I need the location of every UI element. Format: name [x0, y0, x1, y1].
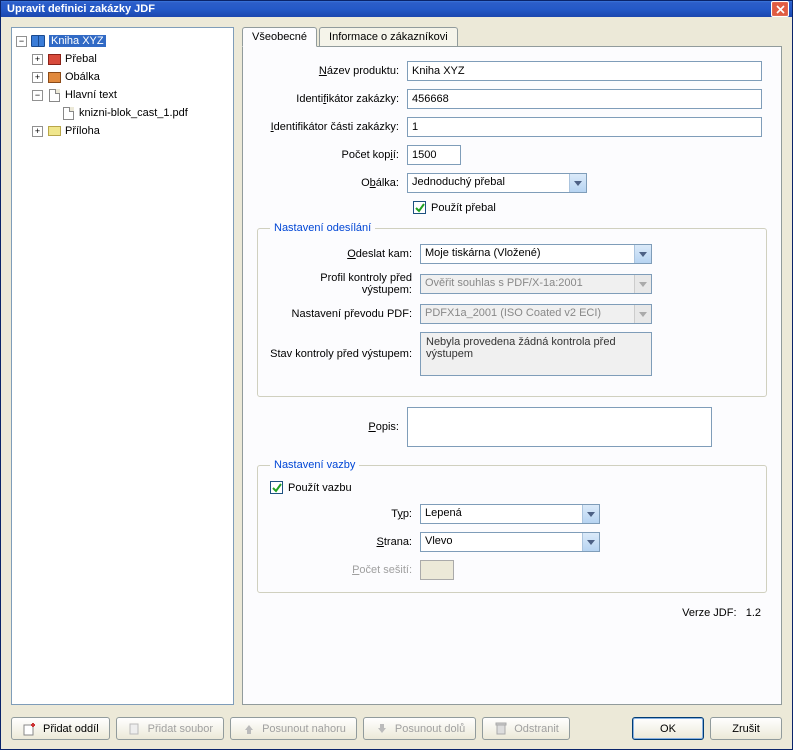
arrow-up-icon [241, 721, 257, 737]
use-cover-checkbox[interactable] [413, 201, 426, 214]
binding-type-label: Typ: [270, 508, 420, 520]
tree-root[interactable]: − Kniha XYZ [16, 32, 229, 50]
tab-content-general: Název produktu: Identifikátor zakázky: I… [242, 46, 782, 705]
pdf-settings-label: Nastavení převodu PDF: [270, 308, 420, 320]
chevron-down-icon [634, 245, 651, 263]
preflight-profile-select: Ověřit souhlas s PDF/X-1a:2001 [420, 274, 652, 294]
add-section-button[interactable]: Přidat oddíl [11, 717, 110, 740]
cover-select-value: Jednoduchý přebal [408, 174, 569, 192]
jacket-icon [46, 69, 62, 85]
tree-item-maintext[interactable]: − Hlavní text [16, 86, 229, 104]
button-bar: Přidat oddíl Přidat soubor Posunout naho… [1, 715, 792, 750]
version-row: Verze JDF: 1.2 [257, 603, 767, 619]
book-icon [30, 33, 46, 49]
binding-type-value: Lepená [421, 505, 582, 523]
tree-label: knizni-blok_cast_1.pdf [79, 107, 188, 119]
move-down-button: Posunout dolů [363, 717, 476, 740]
tree-item-jacket[interactable]: + Obálka [16, 68, 229, 86]
use-cover-label: Použít přebal [431, 202, 496, 214]
copies-label: Počet kopií: [257, 149, 407, 161]
send-legend: Nastavení odesílání [270, 222, 375, 234]
tree-item-cover[interactable]: + Přebal [16, 50, 229, 68]
binding-side-value: Vlevo [421, 533, 582, 551]
collapse-icon[interactable]: − [16, 36, 27, 47]
destination-select[interactable]: Moje tiskárna (Vložené) [420, 244, 652, 264]
content-area: − Kniha XYZ + Přebal + Obálka − Hlavní [1, 17, 792, 715]
tree-label: Přebal [65, 53, 97, 65]
move-up-button: Posunout nahoru [230, 717, 357, 740]
tree-panel: − Kniha XYZ + Přebal + Obálka − Hlavní [11, 27, 234, 705]
version-label: Verze JDF: [682, 607, 736, 619]
product-name-label: Název produktu: [257, 65, 407, 77]
preflight-status-value: Nebyla provedena žádná kontrola před výs… [420, 332, 652, 376]
add-file-icon [127, 721, 143, 737]
tab-customer[interactable]: Informace o zákazníkovi [319, 27, 458, 46]
binding-side-select[interactable]: Vlevo [420, 532, 600, 552]
preflight-profile-value: Ověřit souhlas s PDF/X-1a:2001 [421, 275, 634, 293]
preflight-status-label: Stav kontroly před výstupem: [270, 332, 420, 360]
dialog-window: Upravit definici zakázky JDF − Kniha XYZ… [0, 0, 793, 750]
description-label: Popis: [257, 407, 407, 433]
tabs: Všeobecné Informace o zákazníkovi [242, 27, 782, 46]
binding-group: Nastavení vazby Použít vazbu Typ: Lepená [257, 459, 767, 593]
document-icon [60, 105, 76, 121]
expand-icon[interactable]: + [32, 54, 43, 65]
cancel-button[interactable]: Zrušit [710, 717, 782, 740]
description-textarea[interactable] [407, 407, 712, 447]
chevron-down-icon [582, 533, 599, 551]
stitch-count-label: Počet sešití: [270, 564, 420, 576]
chevron-down-icon [582, 505, 599, 523]
binding-type-select[interactable]: Lepená [420, 504, 600, 524]
part-id-input[interactable] [407, 117, 762, 137]
job-id-label: Identifikátor zakázky: [257, 93, 407, 105]
use-binding-checkbox[interactable] [270, 481, 283, 494]
expand-icon[interactable]: + [32, 126, 43, 137]
pdf-settings-select: PDFX1a_2001 (ISO Coated v2 ECI) [420, 304, 652, 324]
part-id-label: Identifikátor části zakázky: [257, 121, 407, 133]
product-name-input[interactable] [407, 61, 762, 81]
preflight-profile-label: Profil kontroly před výstupem: [270, 272, 420, 296]
job-id-input[interactable] [407, 89, 762, 109]
tree-label: Obálka [65, 71, 100, 83]
folder-icon [46, 123, 62, 139]
pdf-settings-value: PDFX1a_2001 (ISO Coated v2 ECI) [421, 305, 634, 323]
chevron-down-icon [634, 275, 651, 293]
cover-icon [46, 51, 62, 67]
tab-general[interactable]: Všeobecné [242, 27, 317, 47]
version-value: 1.2 [746, 607, 761, 619]
ok-button[interactable]: OK [632, 717, 704, 740]
expand-icon[interactable]: + [32, 72, 43, 83]
arrow-down-icon [374, 721, 390, 737]
close-button[interactable] [771, 1, 789, 17]
titlebar: Upravit definici zakázky JDF [1, 1, 792, 17]
tree-label: Hlavní text [65, 89, 117, 101]
destination-value: Moje tiskárna (Vložené) [421, 245, 634, 263]
tree-item-file[interactable]: knizni-blok_cast_1.pdf [16, 104, 229, 122]
destination-label: Odeslat kam: [270, 248, 420, 260]
main-panel: Všeobecné Informace o zákazníkovi Název … [242, 27, 782, 705]
document-icon [46, 87, 62, 103]
cover-label: Obálka: [257, 177, 407, 189]
chevron-down-icon [634, 305, 651, 323]
add-file-button: Přidat soubor [116, 717, 224, 740]
tree-item-appendix[interactable]: + Příloha [16, 122, 229, 140]
add-icon [22, 721, 38, 737]
trash-icon [493, 721, 509, 737]
collapse-icon[interactable]: − [32, 90, 43, 101]
cover-select[interactable]: Jednoduchý přebal [407, 173, 587, 193]
chevron-down-icon [569, 174, 586, 192]
close-icon [776, 5, 785, 14]
copies-input[interactable] [407, 145, 461, 165]
binding-legend: Nastavení vazby [270, 459, 359, 471]
window-title: Upravit definici zakázky JDF [7, 3, 771, 15]
stitch-count-input [420, 560, 454, 580]
tree-label: Kniha XYZ [49, 35, 106, 47]
use-binding-label: Použít vazbu [288, 482, 352, 494]
tree-label: Příloha [65, 125, 100, 137]
delete-button: Odstranit [482, 717, 570, 740]
send-group: Nastavení odesílání Odeslat kam: Moje ti… [257, 222, 767, 397]
binding-side-label: Strana: [270, 536, 420, 548]
